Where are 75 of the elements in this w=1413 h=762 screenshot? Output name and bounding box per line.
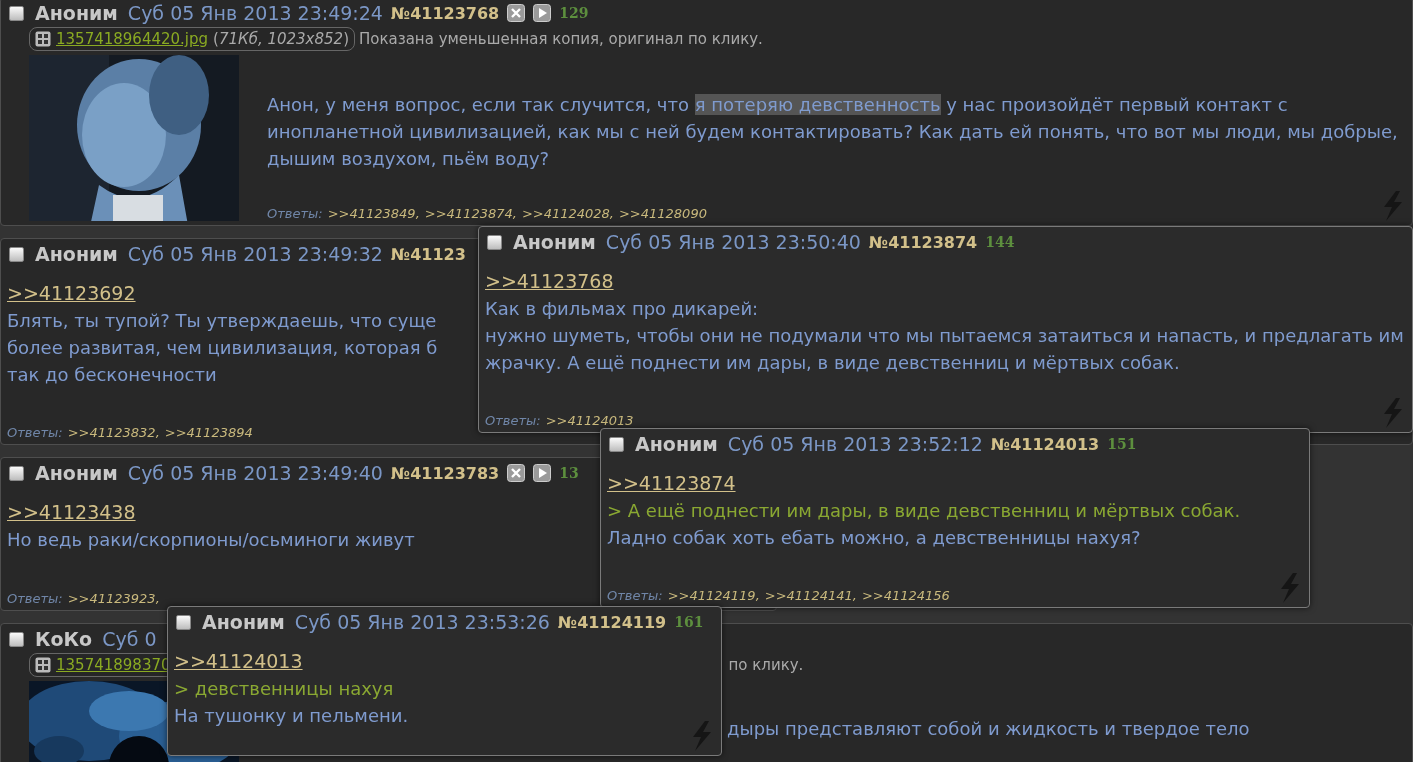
post-number[interactable]: №41123768 [390,3,500,23]
quoted-text: > девственницы нахуя [174,677,394,701]
reply-count: 161 [674,614,704,630]
poster-name: Аноним [635,433,718,455]
file-info: (71Кб, 1023x852) [213,30,349,48]
replies-label: Ответы: [7,591,63,606]
message-text: Анон, у меня вопрос, если так случится, что я потеряю девственность у нас произойдёт первый контакт с инопланетной цивилизацией, как мы с ней будем контактировать? Как дать ей понять, что вот мы люди, мы добрые, дышим воздухом, пьём воду? [267,93,1399,171]
reply-link[interactable]: >>41124156 [861,588,950,603]
play-icon[interactable] [533,464,552,482]
replies-label: Ответы: [485,413,541,428]
message-text: Блять, ты тупой? Ты утверждаешь, что суще [7,309,437,333]
hide-icon[interactable] [507,464,526,482]
play-icon[interactable] [533,4,552,22]
post-date: Суб 05 Янв 2013 23:52:12 [727,433,983,455]
file-link[interactable]: 1357418964420.jpg [56,30,209,48]
post-date: Суб 05 Янв 2013 23:49:40 [127,462,383,484]
reply-link[interactable]: >>41124013 [545,413,634,428]
reply-link[interactable]: >>41123894 [164,425,253,440]
message-text: так до бесконечности [7,363,217,387]
reply-link[interactable]: >>41123923, [67,591,160,606]
checkbox[interactable] [9,631,24,647]
reply-link[interactable]: >>41124141, [764,588,857,603]
reply-link[interactable]: >>41123874, [424,206,517,221]
hide-icon[interactable] [507,4,526,22]
quote-link[interactable]: >>41123438 [7,499,136,526]
replies-label: Ответы: [607,588,663,603]
post-number[interactable]: №41124013 [990,434,1100,454]
message-text: более развитая, чем цивилизация, которая б [7,336,438,360]
thumbnail-note: Показана уменьшенная копия, оригинал по клику. [359,30,763,48]
checkbox[interactable] [609,436,624,452]
poster-name: Аноним [35,462,118,484]
post-date: Суб 05 Янв 2013 23:49:24 [127,2,383,24]
poster-name: КоКо [35,628,93,650]
post-date: Суб 0 [102,628,157,650]
poster-name: Аноним [35,2,118,24]
reply-count: 144 [985,234,1015,250]
reply-link[interactable]: >>41128090 [618,206,707,221]
reply-count: 129 [559,5,589,21]
message-text: Но ведь раки/скорпионы/осьминоги живут [7,528,415,552]
poster-name: Аноним [35,243,118,265]
file-icon [35,657,51,673]
checkbox[interactable] [9,246,24,262]
poster-name: Аноним [202,611,285,633]
reply-count: 151 [1107,436,1137,452]
post-date: Суб 05 Янв 2013 23:49:32 [127,243,383,265]
message-text: дыры представляют собой и жидкость и твердое тело [727,717,1250,741]
poster-name: Аноним [513,231,596,253]
post-number[interactable]: №41123783 [390,463,500,483]
checkbox[interactable] [176,614,191,630]
message-text: Ладно собак хоть ебать можно, а девственницы нахуя? [607,526,1141,550]
reply-link[interactable]: >>41124028, [521,206,614,221]
checkbox[interactable] [9,465,24,481]
quote-link[interactable]: >>41123692 [7,280,136,307]
post-number[interactable]: №41123 [390,244,466,264]
post-date: Суб 05 Янв 2013 23:53:26 [294,611,550,633]
quoted-text: > А ещё поднести им дары, в виде девственниц и мёртвых собак. [607,499,1241,523]
file-icon [35,31,51,47]
thumbnail-note: по клику. [728,656,804,674]
message-text: На тушонку и пельмени. [174,704,409,728]
reply-link[interactable]: >>41124119, [667,588,760,603]
reply-link[interactable]: >>41123849, [327,206,420,221]
post-number[interactable]: №41124119 [557,612,667,632]
quote-link[interactable]: >>41123874 [607,470,736,497]
checkbox[interactable] [487,234,502,250]
reply-count: 13 [559,465,579,481]
post-number[interactable]: №41123874 [868,232,978,252]
message-text: нужно шуметь, чтобы они не подумали что мы пытаемся затаиться и напасть, и предлагать им жрачку. А ещё поднести им дары, в виде девственниц и мёртвых собак. [485,324,1405,375]
replies-label: Ответы: [7,425,63,440]
checkbox[interactable] [9,5,24,21]
message-text: Как в фильмах про дикарей: [485,297,759,321]
post-date: Суб 05 Янв 2013 23:50:40 [605,231,861,253]
quote-link[interactable]: >>41124013 [174,648,303,675]
quote-link[interactable]: >>41123768 [485,268,614,295]
replies-label: Ответы: [267,206,323,221]
reply-link[interactable]: >>41123832, [67,425,160,440]
